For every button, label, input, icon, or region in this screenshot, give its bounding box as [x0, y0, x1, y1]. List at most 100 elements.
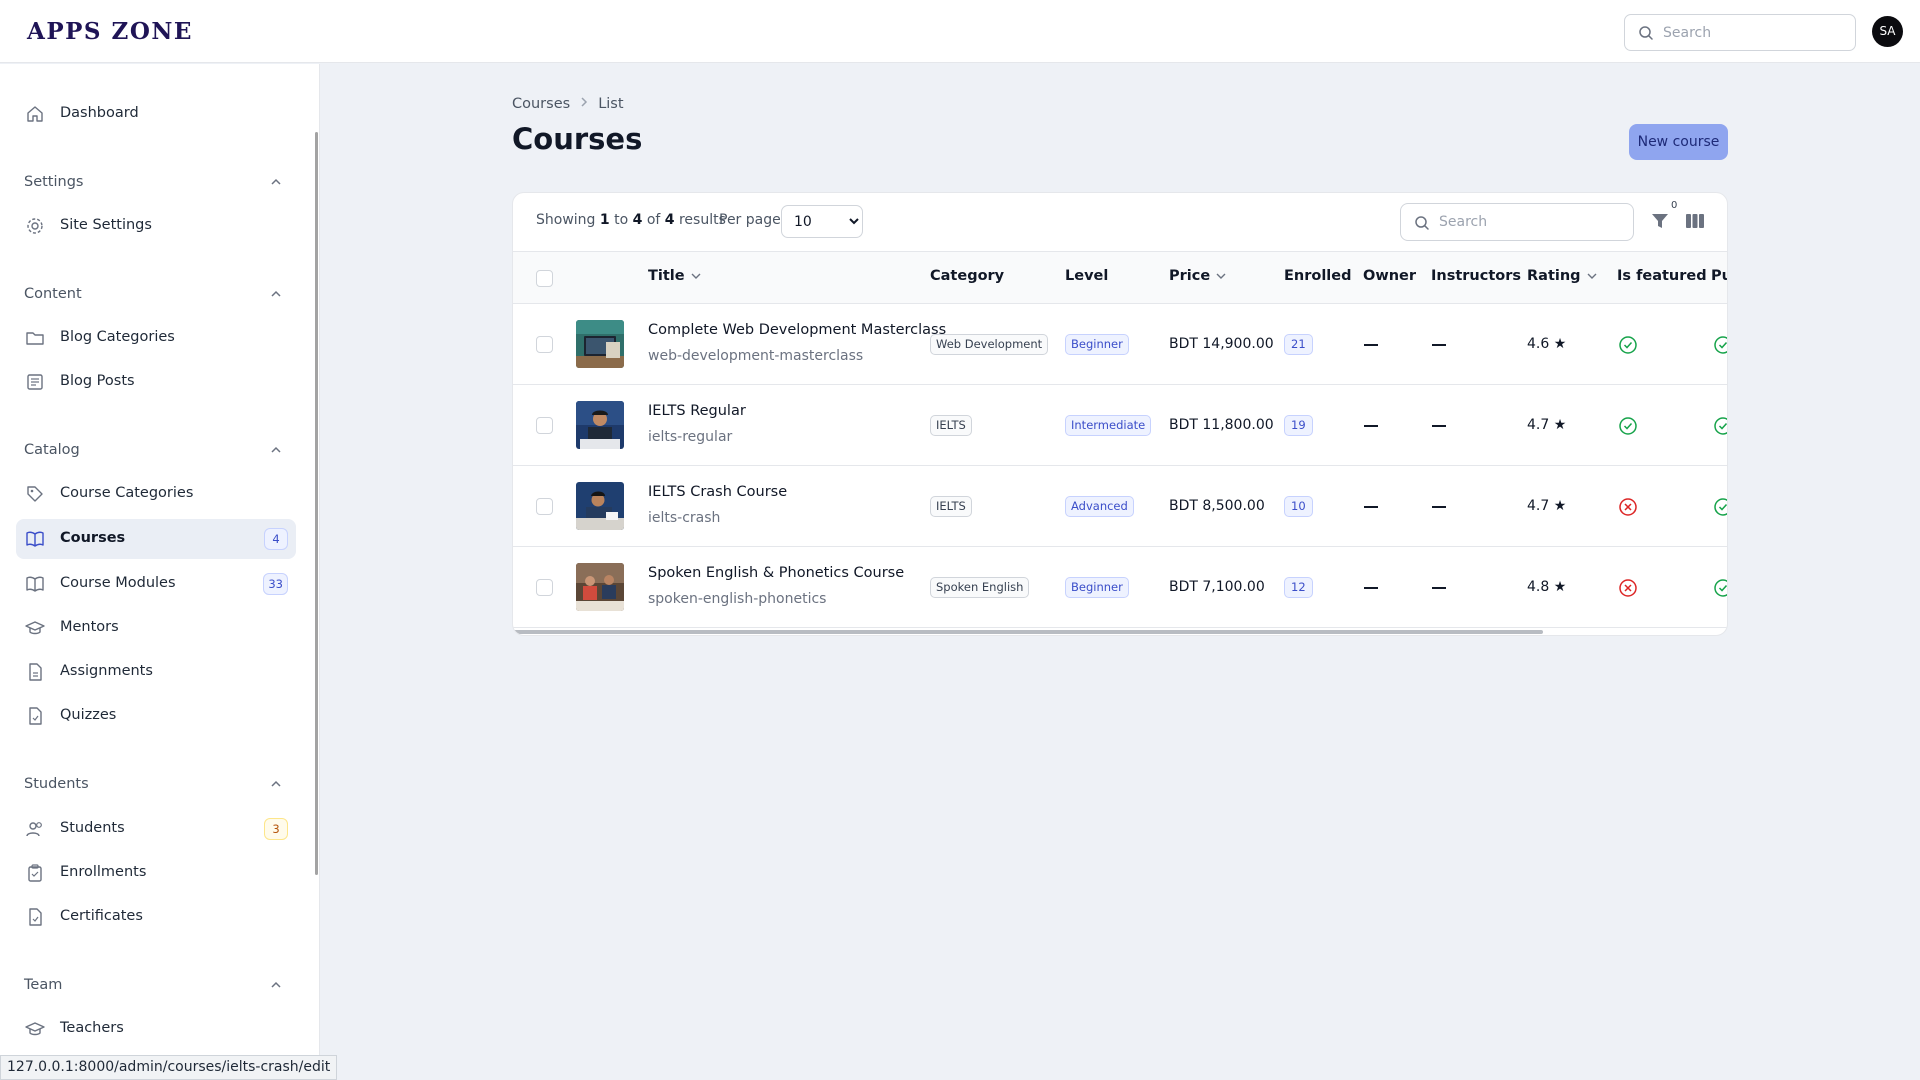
- table-row[interactable]: IELTS Regular ielts-regular IELTS Interm…: [513, 385, 1727, 466]
- enrolled-badge: 19: [1284, 415, 1313, 436]
- course-thumbnail: [576, 320, 624, 368]
- column-header-title[interactable]: Title: [648, 268, 701, 284]
- filter-icon[interactable]: [1649, 210, 1671, 232]
- sidebar-scrollbar[interactable]: [315, 132, 318, 875]
- course-price: BDT 7,100.00: [1169, 579, 1265, 595]
- column-header-category: Category: [930, 268, 1005, 284]
- sidebar-group-team[interactable]: Team: [24, 975, 288, 999]
- summary-total: 4: [664, 212, 675, 228]
- sidebar-item-dashboard[interactable]: Dashboard: [16, 94, 296, 134]
- sidebar-item-mentors[interactable]: Mentors: [16, 608, 296, 648]
- row-checkbox[interactable]: [536, 336, 553, 353]
- sidebar-item-enrollments[interactable]: Enrollments: [16, 853, 296, 893]
- app-logo[interactable]: APPS ZONE: [27, 18, 193, 45]
- sidebar-item-assignments[interactable]: Assignments: [16, 652, 296, 692]
- page-title: Courses: [512, 122, 643, 156]
- table-horizontal-scrollbar[interactable]: [513, 630, 1543, 634]
- sidebar-group-content[interactable]: Content: [24, 284, 288, 308]
- owner-empty-dash: [1364, 506, 1378, 508]
- sidebar-item-certificates[interactable]: Certificates: [16, 897, 296, 937]
- chevron-up-icon: [271, 178, 281, 185]
- book-open-icon: [26, 531, 44, 547]
- instructors-empty-dash: [1432, 425, 1446, 427]
- course-slug: ielts-crash: [648, 510, 721, 526]
- sidebar-item-course-modules[interactable]: Course Modules 33: [16, 564, 296, 604]
- sidebar-item-teachers[interactable]: Teachers: [16, 1009, 296, 1049]
- global-search[interactable]: [1624, 14, 1856, 51]
- results-summary: Showing 1 to 4 of 4 results: [536, 212, 726, 228]
- level-badge: Beginner: [1065, 334, 1129, 355]
- column-header-price[interactable]: Price: [1169, 268, 1226, 284]
- chevron-up-icon: [271, 981, 281, 988]
- x-circle-icon: [1619, 498, 1637, 516]
- row-checkbox[interactable]: [536, 579, 553, 596]
- table-header: Title Category Level Price Enrolled Owne…: [513, 251, 1727, 304]
- per-page-select[interactable]: 10: [781, 205, 863, 238]
- chevron-down-icon: [1587, 273, 1597, 279]
- sidebar-item-course-categories[interactable]: Course Categories: [16, 474, 296, 514]
- sidebar-group-students[interactable]: Students: [24, 774, 288, 798]
- sidebar-item-courses[interactable]: Courses 4: [16, 519, 296, 559]
- top-bar: APPS ZONE SA: [0, 0, 1920, 63]
- category-badge: IELTS: [930, 415, 972, 436]
- owner-empty-dash: [1364, 425, 1378, 427]
- summary-to-word: to: [614, 212, 629, 228]
- search-icon: [1415, 216, 1429, 230]
- tag-icon: [27, 486, 43, 502]
- user-avatar[interactable]: SA: [1872, 16, 1903, 47]
- group-label: Settings: [24, 174, 84, 190]
- instructors-empty-dash: [1432, 587, 1446, 589]
- course-title[interactable]: IELTS Crash Course: [648, 484, 787, 500]
- table-search-input[interactable]: [1439, 204, 1629, 240]
- course-title[interactable]: Complete Web Development Masterclass: [648, 322, 946, 338]
- group-label: Students: [24, 776, 89, 792]
- sidebar-item-blog-categories[interactable]: Blog Categories: [16, 318, 296, 358]
- breadcrumb-courses-link[interactable]: Courses: [512, 96, 570, 112]
- column-header-rating[interactable]: Rating: [1527, 268, 1597, 284]
- global-search-input[interactable]: [1663, 15, 1848, 50]
- sidebar-item-quizzes[interactable]: Quizzes: [16, 696, 296, 736]
- breadcrumb-current: List: [598, 96, 624, 112]
- sidebar-item-label: Blog Categories: [60, 329, 175, 345]
- course-rating: 4.6 ★: [1527, 336, 1567, 352]
- table-row[interactable]: Spoken English & Phonetics Course spoken…: [513, 547, 1727, 628]
- row-checkbox[interactable]: [536, 498, 553, 515]
- sidebar-item-site-settings[interactable]: Site Settings: [16, 206, 296, 246]
- group-label: Team: [24, 977, 63, 993]
- sidebar-group-settings[interactable]: Settings: [24, 172, 288, 196]
- sidebar-item-label: Course Categories: [60, 485, 194, 501]
- sidebar-item-label: Courses: [60, 530, 126, 546]
- row-checkbox[interactable]: [536, 417, 553, 434]
- course-thumbnail: [576, 482, 624, 530]
- sidebar-item-students[interactable]: Students 3: [16, 809, 296, 849]
- graduation-cap-icon: [25, 1022, 45, 1036]
- table-row[interactable]: IELTS Crash Course ielts-crash IELTS Adv…: [513, 466, 1727, 547]
- course-rating: 4.7 ★: [1527, 498, 1567, 514]
- table-search[interactable]: [1400, 203, 1634, 241]
- columns-icon[interactable]: [1685, 212, 1705, 230]
- sidebar-group-catalog[interactable]: Catalog: [24, 440, 288, 464]
- sidebar-item-label: Students: [60, 820, 125, 836]
- sidebar-item-blog-posts[interactable]: Blog Posts: [16, 362, 296, 402]
- course-price: BDT 11,800.00: [1169, 417, 1274, 433]
- sidebar-item-label: Teachers: [60, 1020, 124, 1036]
- enrolled-badge: 21: [1284, 334, 1313, 355]
- chevron-down-icon: [1216, 273, 1226, 279]
- course-slug: web-development-masterclass: [648, 348, 864, 364]
- sidebar-item-label: Site Settings: [60, 217, 152, 233]
- course-title[interactable]: Spoken English & Phonetics Course: [648, 565, 904, 581]
- course-slug: ielts-regular: [648, 429, 733, 445]
- check-circle-icon: [1619, 417, 1637, 435]
- users-icon: [26, 822, 42, 837]
- search-icon: [1639, 26, 1653, 40]
- select-all-checkbox[interactable]: [536, 270, 553, 287]
- column-header-label: Rating: [1527, 268, 1581, 284]
- course-title[interactable]: IELTS Regular: [648, 403, 746, 419]
- home-icon: [27, 106, 43, 122]
- new-course-button[interactable]: New course: [1629, 124, 1728, 160]
- enrolled-badge: 10: [1284, 496, 1313, 517]
- category-badge: Web Development: [930, 334, 1049, 355]
- table-row[interactable]: Complete Web Development Masterclass web…: [513, 304, 1727, 385]
- x-circle-icon: [1619, 579, 1637, 597]
- check-circle-icon: [1714, 417, 1727, 435]
